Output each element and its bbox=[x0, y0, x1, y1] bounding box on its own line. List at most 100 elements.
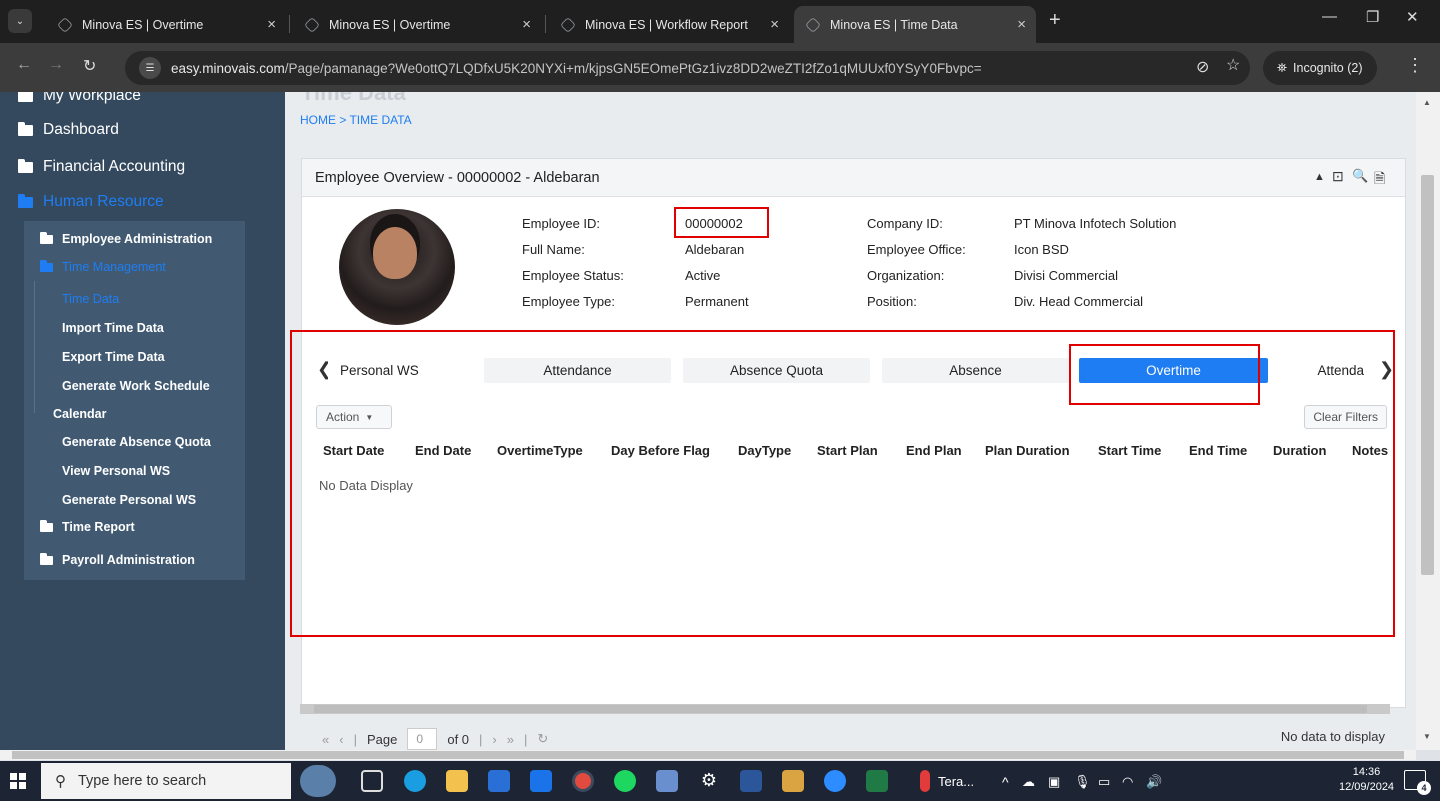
browser-tab-4-active[interactable]: Minova ES | Time Data × bbox=[794, 6, 1036, 43]
minimize-icon[interactable]: — bbox=[1322, 8, 1337, 25]
address-url: easy.minovais.com/Page/pamanage?We0ottQ7… bbox=[171, 60, 982, 76]
chrome-icon[interactable] bbox=[572, 770, 594, 792]
taskbar-search-input[interactable]: ⚲ Type here to search bbox=[41, 763, 291, 799]
zoom-icon[interactable] bbox=[824, 770, 846, 792]
incognito-label: Incognito (2) bbox=[1293, 61, 1363, 75]
scrollbar-thumb[interactable] bbox=[12, 751, 1404, 759]
sidebar-item-label: Human Resource bbox=[43, 193, 164, 210]
sidebar-item-calendar[interactable]: Calendar bbox=[53, 407, 107, 421]
word-icon[interactable] bbox=[740, 770, 762, 792]
weather-text[interactable]: Tera... bbox=[938, 774, 974, 789]
sidebar-item-time-data[interactable]: Time Data bbox=[62, 292, 119, 306]
sidebar-item-export-time-data[interactable]: Export Time Data bbox=[62, 350, 165, 364]
thermometer-icon[interactable] bbox=[920, 770, 930, 792]
tab-close-icon[interactable]: × bbox=[267, 16, 276, 33]
browser-toolbar: ← → ↻ ☰ easy.minovais.com/Page/pamanage?… bbox=[0, 43, 1440, 92]
refresh-icon[interactable]: ↻ bbox=[537, 731, 548, 747]
scroll-down-icon[interactable]: ▼ bbox=[1423, 732, 1431, 741]
tab-separator bbox=[545, 15, 546, 33]
document-icon[interactable]: 🗎 bbox=[1374, 168, 1385, 192]
browser-tab-1[interactable]: Minova ES | Overtime × bbox=[46, 6, 286, 43]
browser-menu-icon[interactable]: ⋮ bbox=[1406, 55, 1424, 76]
tray-cloud-icon[interactable]: ☁ bbox=[1022, 774, 1035, 790]
search-icon[interactable]: 🔍 bbox=[1352, 168, 1368, 184]
reload-icon[interactable]: ↻ bbox=[83, 56, 96, 76]
sidebar-item-generate-work-schedule[interactable]: Generate Work Schedule bbox=[62, 379, 210, 393]
sidebar-item-dashboard[interactable]: Dashboard bbox=[18, 121, 119, 139]
submenu-guide-line bbox=[34, 281, 35, 413]
sidebar-item-generate-personal-ws[interactable]: Generate Personal WS bbox=[62, 493, 196, 507]
tab-search-chevron-icon[interactable]: ⌄ bbox=[8, 9, 32, 33]
dolphin-widget-icon[interactable] bbox=[300, 765, 336, 797]
browser-tab-3[interactable]: Minova ES | Workflow Report × bbox=[549, 6, 789, 43]
microsoft-store-icon[interactable] bbox=[488, 770, 510, 792]
close-window-icon[interactable]: ✕ bbox=[1406, 8, 1419, 26]
sidebar-item-view-personal-ws[interactable]: View Personal WS bbox=[62, 464, 170, 478]
pen-app-icon[interactable] bbox=[656, 770, 678, 792]
employee-status-value: Active bbox=[685, 268, 721, 283]
task-view-icon[interactable] bbox=[361, 770, 383, 792]
scrollbar-thumb[interactable] bbox=[1421, 175, 1434, 575]
restore-icon[interactable]: ❐ bbox=[1366, 8, 1379, 26]
tab-close-icon[interactable]: × bbox=[770, 16, 779, 33]
back-arrow-icon[interactable]: ← bbox=[16, 56, 32, 74]
address-bar[interactable]: ☰ easy.minovais.com/Page/pamanage?We0ott… bbox=[125, 51, 1250, 85]
edge-browser-icon[interactable] bbox=[404, 770, 426, 792]
employee-status-label: Employee Status: bbox=[522, 268, 624, 283]
windows-taskbar: ⚲ Type here to search ⚙ Tera... ^ ☁ ▣ 🎙 … bbox=[0, 761, 1440, 801]
next-page-icon[interactable]: › bbox=[492, 732, 496, 747]
grid-horizontal-scrollbar[interactable] bbox=[300, 704, 1390, 714]
pager-divider: | bbox=[479, 731, 483, 747]
maximize-icon[interactable]: ⊡ bbox=[1332, 168, 1344, 185]
tray-wifi-icon[interactable]: ◠ bbox=[1122, 774, 1133, 790]
page-horizontal-scrollbar[interactable] bbox=[0, 750, 1416, 760]
eye-off-icon[interactable]: ⊘ bbox=[1196, 57, 1209, 77]
breadcrumb[interactable]: HOME > TIME DATA bbox=[300, 113, 412, 127]
sidebar-item-my-workplace[interactable]: My Workplace bbox=[18, 92, 141, 105]
snipping-tool-icon[interactable] bbox=[782, 770, 804, 792]
prev-page-icon[interactable]: ‹ bbox=[339, 732, 343, 747]
browser-tab-2[interactable]: Minova ES | Overtime × bbox=[293, 6, 541, 43]
file-explorer-icon[interactable] bbox=[446, 770, 468, 792]
taskbar-clock[interactable]: 14:36 12/09/2024 bbox=[1339, 765, 1394, 795]
sidebar-item-time-report[interactable]: Time Report bbox=[40, 519, 135, 534]
tab-separator bbox=[289, 15, 290, 33]
sidebar-item-employee-administration[interactable]: Employee Administration bbox=[40, 231, 212, 246]
organization-value: Divisi Commercial bbox=[1014, 268, 1119, 283]
sidebar-item-import-time-data[interactable]: Import Time Data bbox=[62, 321, 164, 335]
tray-battery-icon[interactable]: ▭ bbox=[1098, 774, 1110, 790]
pager-divider: | bbox=[353, 731, 357, 747]
sidebar-item-human-resource[interactable]: Human Resource bbox=[18, 193, 164, 211]
scroll-up-icon[interactable]: ▲ bbox=[1423, 98, 1431, 107]
clock-time: 14:36 bbox=[1352, 766, 1381, 778]
page-vertical-scrollbar[interactable]: ▲ ▼ bbox=[1416, 92, 1440, 750]
folder-icon bbox=[40, 231, 53, 244]
tab-close-icon[interactable]: × bbox=[1017, 16, 1026, 33]
sidebar-item-generate-absence-quota[interactable]: Generate Absence Quota bbox=[62, 435, 211, 449]
windows-start-icon[interactable] bbox=[10, 773, 26, 789]
site-settings-icon[interactable]: ☰ bbox=[139, 57, 161, 79]
incognito-button[interactable]: ⛯ Incognito (2) bbox=[1263, 51, 1377, 85]
page-number-input[interactable]: 0 bbox=[407, 728, 438, 750]
spotify-icon[interactable] bbox=[614, 770, 636, 792]
settings-gear-icon[interactable]: ⚙ bbox=[698, 770, 720, 792]
tab-close-icon[interactable]: × bbox=[522, 16, 531, 33]
tray-microphone-icon[interactable]: 🎙 bbox=[1074, 774, 1091, 790]
last-page-icon[interactable]: » bbox=[507, 732, 514, 747]
sidebar-item-financial-accounting[interactable]: Financial Accounting bbox=[18, 158, 185, 176]
bookmark-star-icon[interactable]: ☆ bbox=[1226, 55, 1240, 75]
first-page-icon[interactable]: « bbox=[322, 732, 329, 747]
forward-arrow-icon[interactable]: → bbox=[48, 56, 64, 74]
new-tab-icon[interactable]: + bbox=[1049, 9, 1061, 32]
tray-volume-icon[interactable]: 🔊 bbox=[1146, 774, 1162, 790]
tray-screen-icon[interactable]: ▣ bbox=[1048, 774, 1060, 790]
scrollbar-thumb[interactable] bbox=[314, 705, 1367, 713]
sidebar-item-time-management[interactable]: Time Management bbox=[40, 259, 166, 274]
employee-office-label: Employee Office: bbox=[867, 242, 966, 257]
excel-icon[interactable] bbox=[866, 770, 888, 792]
mail-icon[interactable] bbox=[530, 770, 552, 792]
collapse-icon[interactable]: ▲ bbox=[1314, 171, 1325, 183]
notification-center-icon[interactable]: 4 bbox=[1404, 770, 1431, 795]
sidebar-item-payroll-administration[interactable]: Payroll Administration bbox=[40, 552, 195, 567]
tray-chevron-up-icon[interactable]: ^ bbox=[1002, 774, 1009, 790]
